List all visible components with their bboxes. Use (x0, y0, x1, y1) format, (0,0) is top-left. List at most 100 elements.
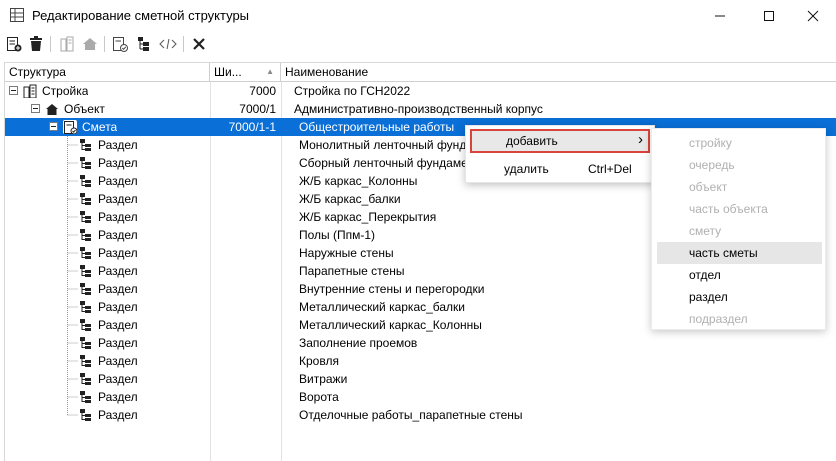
row-name: Металлический каркас_балки (299, 300, 466, 314)
delete-button[interactable] (26, 34, 46, 54)
tree-connector (67, 190, 78, 208)
section-tree-icon (80, 265, 91, 277)
column-header-code[interactable]: Ши... ▲ (210, 63, 281, 81)
toolbar-divider (50, 36, 51, 52)
section-tree-icon (80, 391, 91, 403)
tree-connector (67, 226, 78, 244)
collapse-toggle-icon[interactable] (9, 86, 18, 95)
row-label: Раздел (98, 174, 138, 188)
tree-row[interactable]: Раздел Кровля (5, 352, 836, 370)
row-name: Внутренние стены и перегородки (299, 282, 485, 296)
object-button[interactable] (80, 34, 100, 54)
row-label: Раздел (98, 228, 138, 242)
close-icon (807, 10, 819, 21)
row-code (210, 280, 276, 298)
section-tree-icon (80, 301, 91, 313)
minimize-button[interactable] (697, 0, 743, 31)
estimate-doc-icon (63, 120, 77, 134)
submenu-item[interactable]: часть сметы (657, 242, 822, 264)
maximize-icon (764, 10, 774, 21)
menu-item-delete-label: удалить (504, 162, 549, 176)
grid-header: Структура Ши... ▲ Наименование (5, 63, 836, 82)
submenu-item: часть объекта (689, 202, 768, 216)
column-header-name[interactable]: Наименование (281, 63, 836, 81)
tree-row[interactable]: Раздел Отделочные работы_парапетные стены (5, 406, 836, 424)
section-tree-icon (80, 247, 91, 259)
app-grid-icon (10, 8, 24, 22)
section-tree-icon (80, 373, 91, 385)
row-name: Ж/Б каркас_Перекрытия (299, 210, 437, 224)
maximize-button[interactable] (746, 0, 792, 31)
menu-item-add[interactable]: добавить › (470, 129, 650, 153)
add-submenu: стройку очередь объект часть объекта смету ча… (651, 128, 826, 330)
submenu-item[interactable]: отдел (657, 264, 822, 286)
row-name: Общестроительные работы (299, 120, 455, 134)
tree-row[interactable]: Стройка 7000 Стройка по ГСН2022 (5, 82, 836, 100)
row-name: Ж/Б каркас_Колонны (299, 174, 418, 188)
tree-connector (67, 136, 78, 154)
section-tree-icon (80, 175, 91, 187)
window-title: Редактирование сметной структуры (32, 8, 250, 23)
section-tree-icon (80, 211, 91, 223)
structure-button[interactable] (57, 34, 77, 54)
menu-item-delete[interactable]: удалить Ctrl+Del (470, 157, 650, 181)
row-label: Раздел (98, 210, 138, 224)
row-code (210, 298, 276, 316)
row-name: Сборный ленточный фундамент (299, 156, 480, 170)
section-tree-icon (80, 319, 91, 331)
row-code (210, 406, 276, 424)
add-document-icon (7, 37, 22, 52)
row-label: Раздел (98, 336, 138, 350)
x-icon (193, 38, 205, 50)
row-code: 7000/1 (239, 102, 276, 116)
tree-connector (67, 388, 78, 406)
collapse-toggle-icon[interactable] (31, 104, 40, 113)
collapse-toggle-icon[interactable] (49, 122, 58, 131)
row-label: Объект (64, 102, 105, 116)
tree-connector (67, 352, 78, 370)
tree-row[interactable]: Объект 7000/1 Административно-производстве… (5, 100, 836, 118)
row-code (210, 136, 276, 154)
tree-connector (67, 280, 78, 298)
row-code (210, 262, 276, 280)
add-item-button[interactable] (4, 34, 24, 54)
toolbar-divider (104, 36, 105, 52)
submenu-item: смету (689, 224, 722, 238)
minimize-icon (715, 15, 725, 16)
row-code (210, 352, 276, 370)
submenu-item: объект (689, 180, 728, 194)
row-name: Монолитный ленточный фундам (299, 138, 482, 152)
tree-connector (67, 154, 78, 172)
estimate-check-icon (113, 37, 128, 52)
tree-connector (67, 244, 78, 262)
row-code (210, 316, 276, 334)
row-label: Раздел (98, 192, 138, 206)
section-tree-icon (80, 355, 91, 367)
submenu-item[interactable]: раздел (657, 286, 822, 308)
section-tree-button[interactable] (134, 34, 154, 54)
row-name: Заполнение проемов (299, 336, 418, 350)
row-code (210, 370, 276, 388)
row-label: Раздел (98, 354, 138, 368)
row-label: Раздел (98, 300, 138, 314)
code-button[interactable] (158, 34, 178, 54)
row-label: Стройка (42, 84, 89, 98)
row-label: Раздел (98, 156, 138, 170)
menu-item-delete-shortcut: Ctrl+Del (588, 162, 632, 176)
tree-row[interactable]: Раздел Витражи (5, 370, 836, 388)
check-estimate-button[interactable] (110, 34, 130, 54)
building-gray-icon (60, 36, 74, 52)
column-header-structure[interactable]: Структура (5, 63, 210, 81)
row-name: Стройка по ГСН2022 (294, 84, 411, 98)
tree-row[interactable]: Раздел Заполнение проемов (5, 334, 836, 352)
row-label: Раздел (98, 408, 138, 422)
section-tree-icon (80, 157, 91, 169)
row-code (210, 154, 276, 172)
toolbar (0, 31, 836, 57)
row-name: Ж/Б каркас_балки (299, 192, 401, 206)
row-name: Наружные стены (299, 246, 394, 260)
cancel-button[interactable] (189, 34, 209, 54)
tree-row[interactable]: Раздел Ворота (5, 388, 836, 406)
row-name: Парапетные стены (299, 264, 405, 278)
close-button[interactable] (790, 0, 836, 31)
